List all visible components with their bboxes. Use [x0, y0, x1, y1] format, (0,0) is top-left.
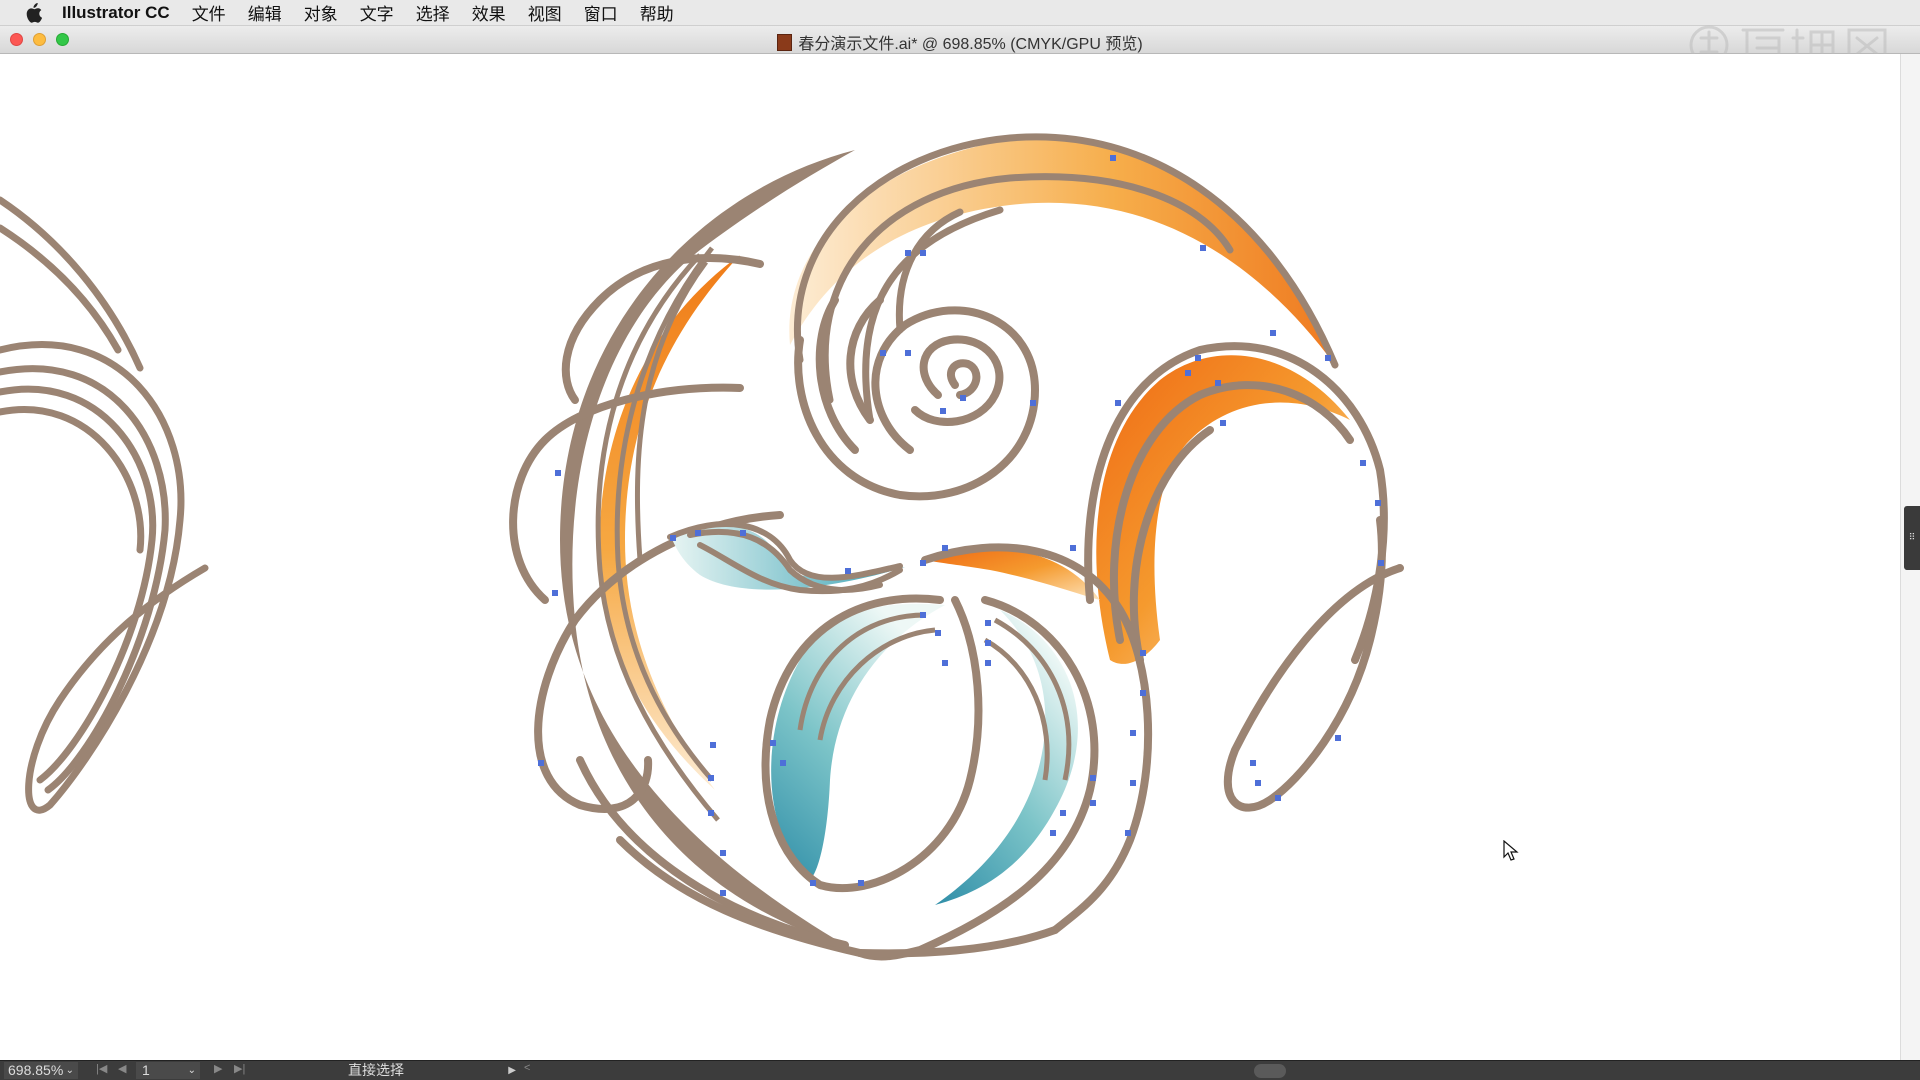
previous-artboard-icon[interactable]: ◀: [118, 1062, 126, 1075]
center-spiral: [794, 296, 1040, 501]
menu-type[interactable]: 文字: [360, 0, 394, 25]
artboard-number-field[interactable]: 1 ⌄: [136, 1062, 200, 1079]
artwork[interactable]: [0, 54, 1900, 1060]
zoom-level-value: 698.85%: [8, 1062, 64, 1078]
menu-app-name[interactable]: Illustrator CC: [62, 3, 170, 23]
horizontal-scroll-thumb[interactable]: [1254, 1064, 1286, 1078]
menu-file[interactable]: 文件: [192, 0, 226, 25]
next-artboard-icon[interactable]: ▶: [214, 1062, 222, 1075]
menu-select[interactable]: 选择: [416, 0, 450, 25]
menu-help[interactable]: 帮助: [640, 0, 674, 25]
collapsed-panel-tab[interactable]: ⠿: [1904, 506, 1920, 570]
zoom-level-field[interactable]: 698.85% ⌄: [4, 1062, 78, 1079]
menu-window[interactable]: 窗口: [584, 0, 618, 25]
teal-lower-crescent: [616, 594, 1099, 961]
arrow-cursor-icon: [1503, 840, 1519, 861]
play-arrow-icon[interactable]: ▶: [508, 1062, 516, 1079]
menu-effect[interactable]: 效果: [472, 0, 506, 25]
last-artboard-icon[interactable]: ▶|: [234, 1062, 245, 1075]
chevron-down-icon[interactable]: ⌄: [66, 1062, 74, 1079]
menu-edit[interactable]: 编辑: [248, 0, 282, 25]
document-title-bar[interactable]: 春分演示文件.ai* @ 698.85% (CMYK/GPU 预览): [0, 26, 1920, 54]
document-title-text: 春分演示文件.ai* @ 698.85% (CMYK/GPU 预览): [798, 36, 1143, 53]
apple-logo-icon[interactable]: [22, 2, 44, 24]
left-ornament: [0, 196, 209, 814]
teal-left-swash: [667, 521, 905, 595]
menu-object[interactable]: 对象: [304, 0, 338, 25]
artboard-canvas[interactable]: [0, 54, 1900, 1060]
scroll-left-icon[interactable]: <: [524, 1062, 530, 1074]
current-tool-label: 直接选择: [348, 1062, 404, 1078]
status-bar: 698.85% ⌄ |◀ ◀ 1 ⌄ ▶ ▶| 直接选择 ▶ <: [0, 1060, 1920, 1080]
first-artboard-icon[interactable]: |◀: [96, 1062, 107, 1075]
menu-view[interactable]: 视图: [528, 0, 562, 25]
panel-grip-icon: ⠿: [1908, 532, 1916, 542]
artboard-number-value: 1: [142, 1062, 150, 1078]
menu-bar: Illustrator CC 文件 编辑 对象 文字 选择 效果 视图 窗口 帮…: [0, 0, 1920, 26]
chevron-down-icon[interactable]: ⌄: [188, 1062, 196, 1079]
current-tool-status[interactable]: 直接选择 ▶: [348, 1062, 516, 1079]
document-title: 春分演示文件.ai* @ 698.85% (CMYK/GPU 预览): [0, 30, 1920, 54]
orange-right-swoop: [921, 342, 1404, 934]
ai-document-icon: [777, 34, 793, 51]
